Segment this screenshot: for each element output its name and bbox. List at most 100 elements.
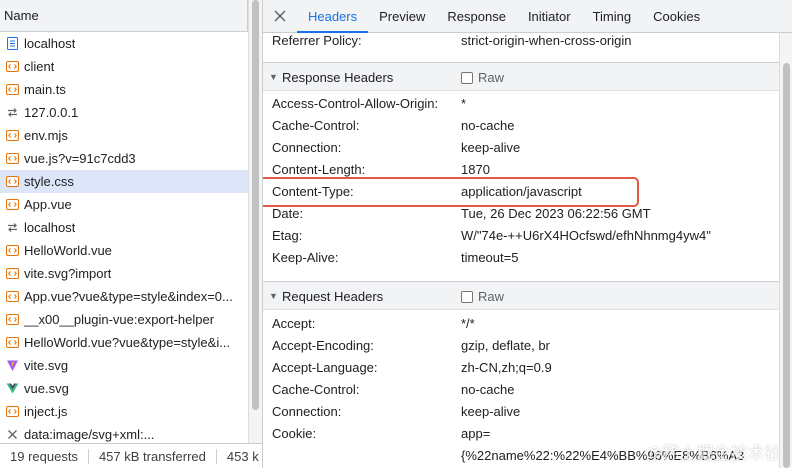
tab-initiator[interactable]: Initiator [517,0,582,32]
header-row: Accept-Language: zh-CN,zh;q=0.9 [263,357,779,379]
header-row: Accept: */* [263,313,779,335]
request-headers-section-header[interactable]: ▼ Request Headers Raw [263,281,779,310]
request-name: 127.0.0.1 [24,105,79,120]
header-row: Date: Tue, 26 Dec 2023 06:22:56 GMT [263,203,779,225]
request-row[interactable]: __x00__plugin-vue:export-helper [0,308,248,331]
request-name: vite.svg?import [24,266,112,281]
request-row[interactable]: 127.0.0.1 [0,101,248,124]
header-row: Cache-Control: no-cache [263,115,779,137]
raw-checkbox[interactable] [461,290,473,303]
script-icon [6,267,19,280]
header-value: app= [461,426,491,441]
request-name: localhost [24,36,76,51]
close-icon [274,10,286,22]
tab-preview[interactable]: Preview [368,0,436,32]
request-name: main.ts [24,82,66,97]
header-key: Date: [272,206,304,221]
name-column-label: Name [4,8,39,23]
raw-checkbox[interactable] [461,71,473,84]
header-row: {%22name%22:%22%E4%BB%96%E8%B6%A3 [263,445,779,467]
response-headers-section-header[interactable]: ▼ Response Headers Raw [263,62,779,91]
header-row: Etag: W/"74e-++U6rX4HOcfswd/efhNhnmg4yw4" [263,225,779,247]
script-icon [6,405,19,418]
resources-size: 453 k [226,448,259,464]
tab-headers[interactable]: Headers [297,0,369,33]
header-value: timeout=5 [461,250,519,265]
request-row[interactable]: main.ts [0,78,248,101]
transferred-size: 457 kB transferred [89,448,217,464]
header-value: application/javascript [461,184,582,199]
request-row[interactable]: inject.js [0,400,248,423]
request-row[interactable]: style.css [0,170,248,193]
header-value: 1870 [461,162,490,177]
tab-cookies[interactable]: Cookies [642,0,711,32]
vue-logo-icon [6,382,19,395]
script-icon [6,152,19,165]
request-row[interactable]: env.mjs [0,124,248,147]
request-list-scrollbar[interactable] [248,0,262,443]
request-row[interactable]: HelloWorld.vue?vue&type=style&i... [0,331,248,354]
header-key: Cookie: [272,426,317,441]
request-row[interactable]: vite.svg?import [0,262,248,285]
script-icon [6,336,19,349]
header-key: Accept-Encoding: [272,338,374,353]
header-key: Content-Type: [272,184,354,199]
request-row[interactable]: localhost [0,216,248,239]
collapse-triangle-icon: ▼ [269,291,278,301]
tab-response[interactable]: Response [436,0,517,32]
vite-logo-icon [6,359,19,372]
header-row: Keep-Alive: timeout=5 [263,247,779,269]
raw-toggle[interactable]: Raw [461,63,504,92]
raw-label: Raw [478,70,505,85]
script-icon [6,198,19,211]
header-value: keep-alive [461,404,521,419]
script-icon [6,175,19,188]
script-icon [6,244,19,257]
header-value: zh-CN,zh;q=0.9 [461,360,552,375]
request-row[interactable]: vue.js?v=91c7cdd3 [0,147,248,170]
header-value: no-cache [461,382,515,397]
raw-label: Raw [478,289,505,304]
request-details-panel: Headers Preview Response Initiator Timin… [262,0,792,468]
request-row[interactable]: client [0,55,248,78]
details-scrollbar[interactable] [779,33,792,468]
request-list-panel: Name localhost client main.ts 127.0.0.1 env.… [0,0,262,468]
script-icon [6,60,19,73]
request-row[interactable]: HelloWorld.vue [0,239,248,262]
header-value: W/"74e-++U6rX4HOcfswd/efhNhnmg4yw4" [461,228,711,243]
request-row[interactable]: data:image/svg+xml:... [0,423,248,443]
request-row[interactable]: vue.svg [0,377,248,400]
script-icon [6,83,19,96]
request-name: vite.svg [24,358,69,373]
raw-toggle[interactable]: Raw [461,282,504,311]
request-row[interactable]: localhost [0,32,248,55]
header-row: Connection: keep-alive [263,137,779,159]
header-key: Etag: [272,228,303,243]
request-name: App.vue [24,197,72,212]
header-value: gzip, deflate, br [461,338,550,353]
cancelled-icon [6,428,19,441]
request-row[interactable]: App.vue [0,193,248,216]
request-name: App.vue?vue&type=style&index=0... [24,289,233,304]
request-name: vue.svg [24,381,69,396]
script-icon [6,313,19,326]
request-list-scrollbar-thumb[interactable] [252,0,259,410]
tab-timing[interactable]: Timing [582,0,643,32]
header-key: Accept-Language: [272,360,378,375]
document-icon [6,37,19,50]
request-name: env.mjs [24,128,68,143]
section-title: Request Headers [282,289,384,304]
request-row[interactable]: App.vue?vue&type=style&index=0... [0,285,248,308]
name-column-header[interactable]: Name [0,0,248,32]
request-row[interactable]: vite.svg [0,354,248,377]
request-list: localhost client main.ts 127.0.0.1 env.mjs vu… [0,32,248,443]
header-value: */* [461,316,475,331]
section-title: Response Headers [282,70,394,85]
close-details-button[interactable] [263,0,297,32]
details-scrollbar-thumb[interactable] [783,63,790,468]
request-name: localhost [24,220,76,235]
header-value: no-cache [461,118,515,133]
header-key: Connection: [272,140,342,155]
header-row: Content-Type: application/javascript [263,181,779,203]
request-count: 19 requests [0,448,89,464]
